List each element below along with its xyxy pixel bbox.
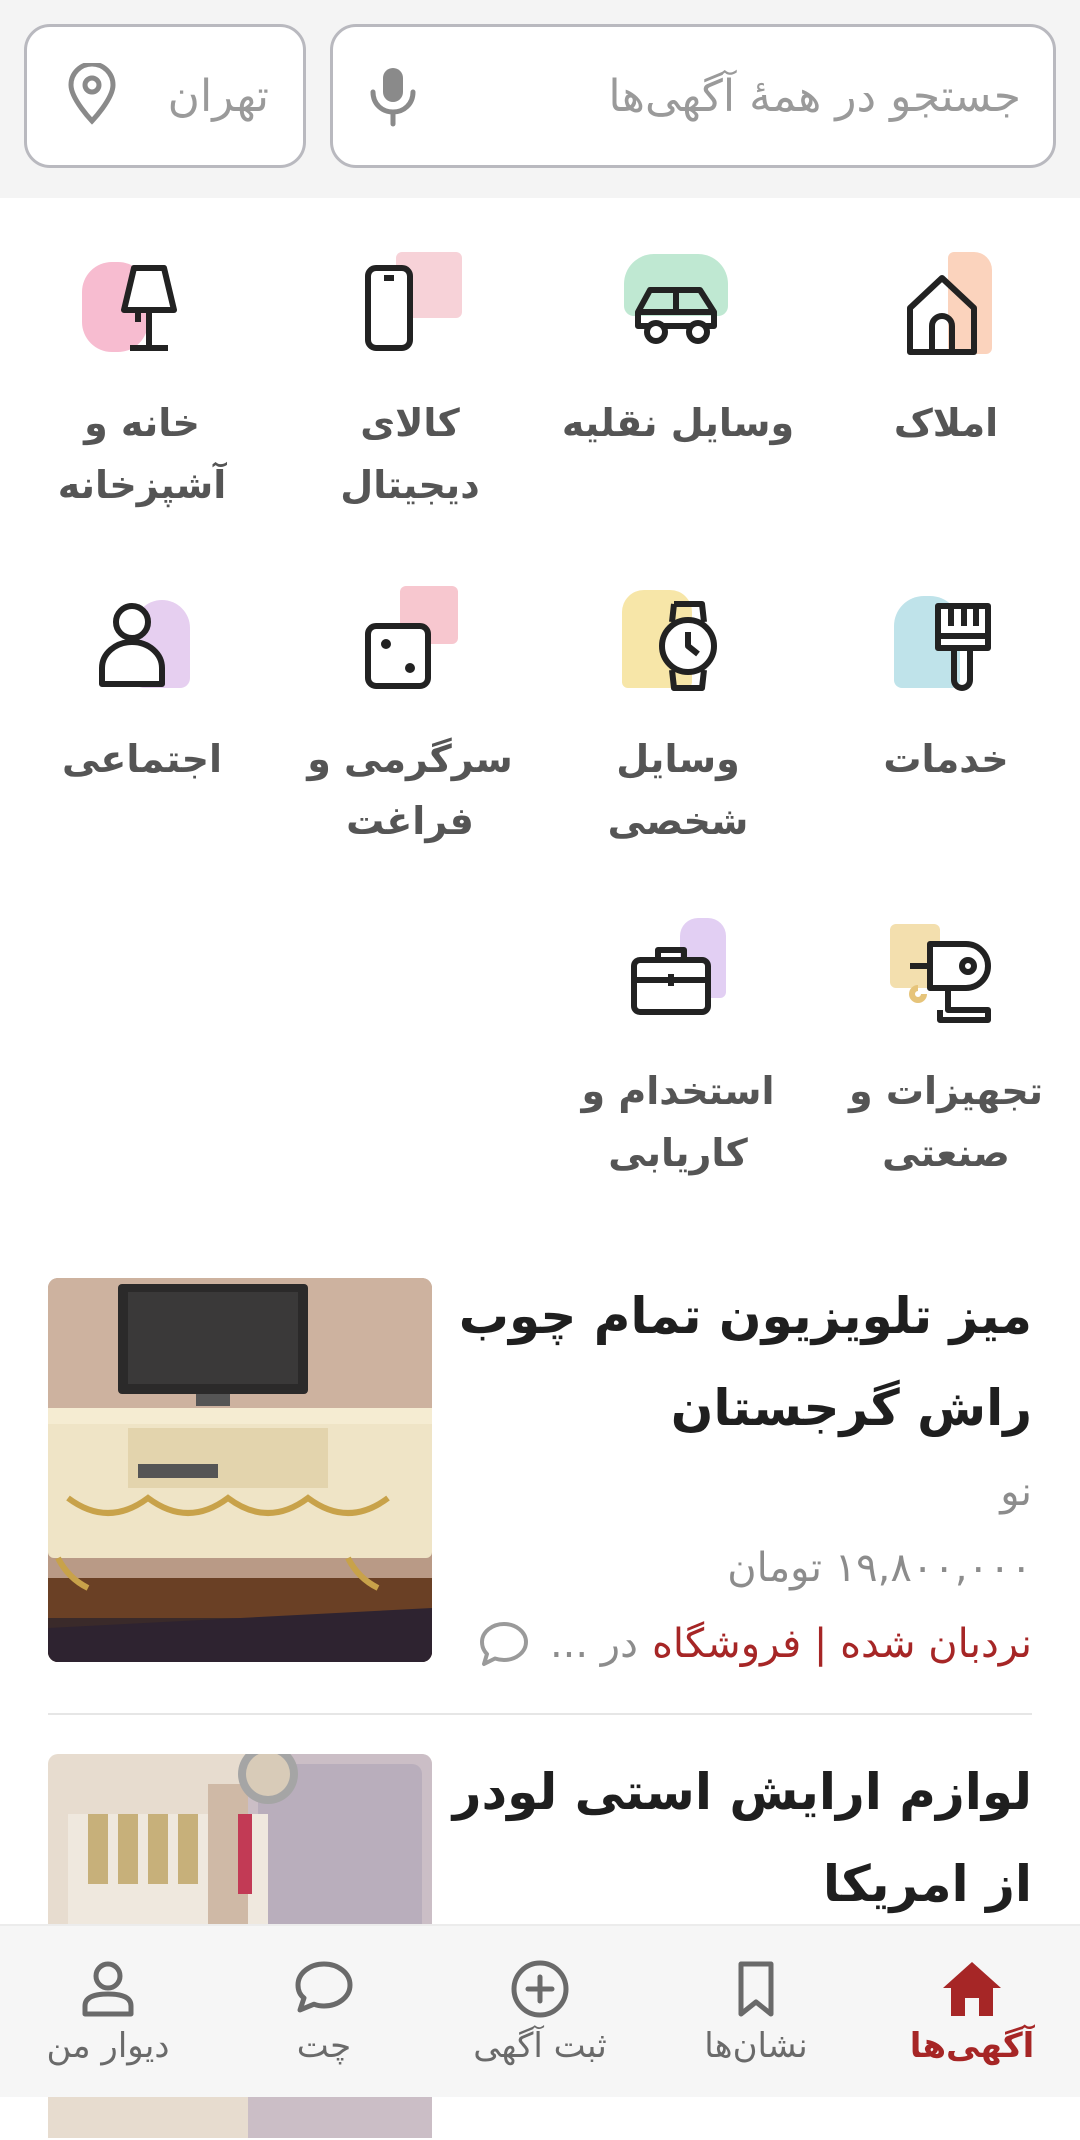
tab-label: نشان‌ها [704, 2026, 808, 2066]
search-input[interactable]: جستجو در همهٔ آگهی‌ها [330, 24, 1056, 168]
ad-location: در ... [549, 1621, 638, 1667]
ad-status: نردبان شده | فروشگاه [651, 1621, 1032, 1667]
category-label-line1: کالای [360, 401, 460, 445]
tab-post-ad[interactable]: ثبت آگهی [432, 1926, 648, 2097]
ad-title: لوازم ارایش استی لودر از امریکا [452, 1763, 1032, 1913]
category-label-line1: سرگرمی و [307, 737, 513, 781]
category-label-line1: استخدام و [581, 1069, 775, 1113]
bottom-navigation: آگهی‌ها نشان‌ها ثبت آگهی چت دیوار من [0, 1924, 1080, 2097]
category-label: اجتماعی [61, 737, 223, 781]
tab-label: چت [296, 2026, 352, 2066]
drill-icon [909, 941, 991, 1023]
microphone-icon[interactable] [365, 64, 421, 128]
category-digital-goods[interactable]: کالای دیجیتال [276, 250, 544, 516]
chat-icon [295, 1961, 353, 2013]
ad-card[interactable]: میز تلویزیون تمام چوب راش گرجستان نو ۱۹,… [48, 1278, 1032, 1667]
category-entertainment[interactable]: سرگرمی و فراغت [276, 586, 544, 852]
divider [48, 1713, 1032, 1715]
category-label-line2: صنعتی [882, 1131, 1010, 1175]
house-icon [907, 275, 977, 355]
ad-price: ۱۹,۸۰۰,۰۰۰ تومان [727, 1545, 1032, 1591]
ad-title: میز تلویزیون تمام چوب راش گرجستان [458, 1287, 1032, 1437]
category-industrial-equipment[interactable]: تجهیزات و صنعتی [812, 918, 1080, 1184]
tab-ads[interactable]: آگهی‌ها [864, 1926, 1080, 2097]
category-real-estate[interactable]: املاک [812, 250, 1080, 454]
category-employment[interactable]: استخدام و کاریابی [544, 918, 812, 1184]
briefcase-icon [631, 947, 711, 1015]
person-icon [99, 603, 165, 687]
category-label-line2: شخصی [607, 799, 749, 843]
search-placeholder: جستجو در همهٔ آگهی‌ها [608, 70, 1021, 122]
category-label-line1: وسایل [616, 737, 740, 781]
category-home-kitchen[interactable]: خانه و آشپزخانه [8, 250, 276, 516]
car-icon [635, 287, 717, 344]
user-icon [82, 1961, 134, 2017]
bookmark-icon [738, 1961, 774, 2017]
chat-bubble-icon [478, 1620, 530, 1668]
tab-label: ثبت آگهی [473, 2026, 607, 2066]
location-pin-icon [67, 61, 117, 129]
dice-icon [365, 623, 431, 689]
category-label-line1: خانه و [84, 401, 200, 445]
tab-label: آگهی‌ها [909, 2026, 1035, 2066]
category-label: خدمات [883, 737, 1009, 781]
tab-chat[interactable]: چت [216, 1926, 432, 2097]
city-label: تهران [167, 70, 269, 122]
category-label-line1: تجهیزات و [849, 1069, 1043, 1113]
city-selector[interactable]: تهران [24, 24, 306, 168]
category-label-line2: فراغت [346, 799, 474, 843]
category-services[interactable]: خدمات [812, 586, 1080, 790]
phone-icon [365, 265, 413, 351]
category-label: وسایل نقلیه [561, 401, 795, 445]
tab-my-divar[interactable]: دیوار من [0, 1926, 216, 2097]
watch-icon [659, 601, 717, 691]
plus-circle-icon [511, 1960, 569, 2018]
category-personal-items[interactable]: وسایل شخصی [544, 586, 812, 852]
ad-list: میز تلویزیون تمام چوب راش گرجستان نو ۱۹,… [48, 1278, 1032, 1667]
tab-bookmarks[interactable]: نشان‌ها [648, 1926, 864, 2097]
category-social[interactable]: اجتماعی [8, 586, 276, 790]
ad-image-tv-stand[interactable] [48, 1278, 432, 1662]
top-bar: جستجو در همهٔ آگهی‌ها تهران [0, 0, 1080, 198]
lamp-icon [121, 265, 177, 351]
paintbrush-icon [935, 603, 991, 691]
category-label-line2: دیجیتال [340, 463, 480, 507]
ad-meta: نردبان شده | فروشگاه در ... [452, 1606, 1032, 1682]
home-icon [943, 1962, 1001, 2016]
ad-condition: نو [1000, 1469, 1032, 1515]
category-label-line2: کاریابی [608, 1131, 748, 1175]
category-vehicles[interactable]: وسایل نقلیه [544, 250, 812, 454]
category-label-line2: آشپزخانه [57, 463, 227, 507]
category-label: املاک [893, 401, 999, 445]
tab-label: دیوار من [46, 2026, 170, 2066]
